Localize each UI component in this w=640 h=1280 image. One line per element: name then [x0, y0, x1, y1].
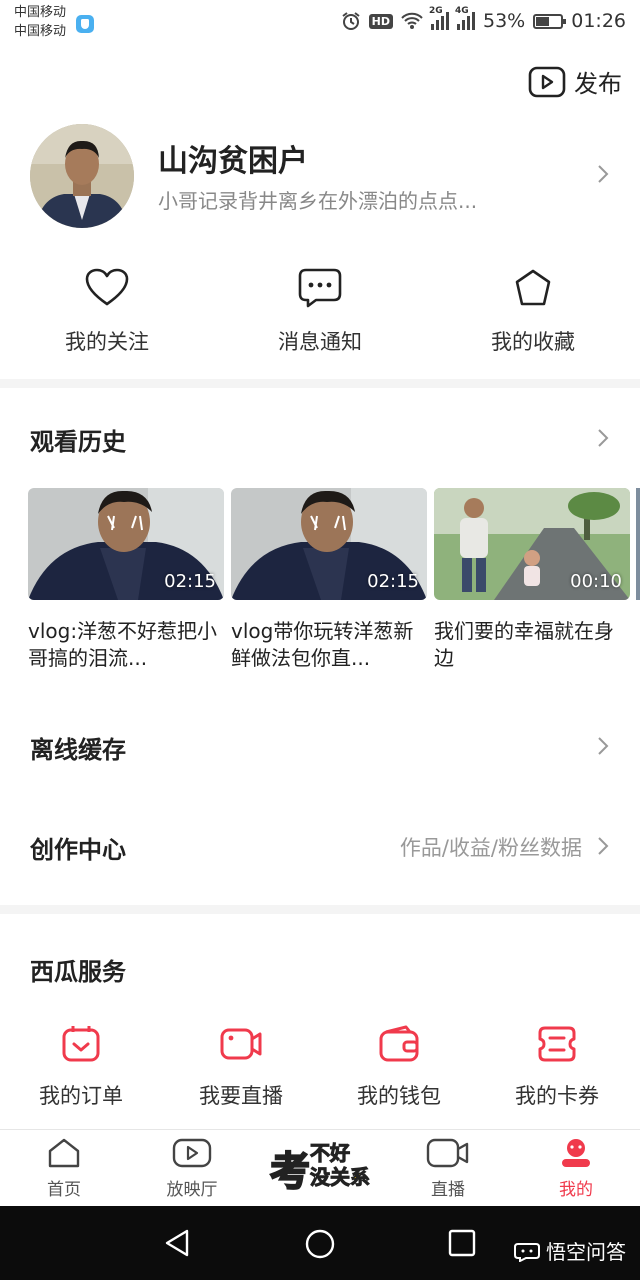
video-title: vlog:洋葱不好惹把小哥搞的泪流... [28, 619, 218, 670]
quick-action-favorites[interactable]: 我的收藏 [458, 268, 608, 356]
history-video-3[interactable]: 00:10 我们要的幸福就在身边 [434, 488, 630, 672]
video-publish-icon [528, 66, 566, 97]
publish-label: 发布 [574, 70, 622, 98]
chevron-right-icon[interactable] [597, 836, 609, 856]
section-divider [0, 905, 640, 914]
quick-action-label: 消息通知 [278, 330, 362, 354]
promo-logo: 考 不好 没关系 [269, 1141, 371, 1197]
wifi-icon [401, 12, 423, 29]
video-duration: 02:15 [367, 571, 419, 592]
status-bar: 中国移动 中国移动 HD 2G 4G 53% 01:26 [0, 0, 640, 44]
offline-cache-title[interactable]: 离线缓存 [30, 730, 126, 765]
profile-icon [562, 1139, 590, 1167]
heart-icon [85, 268, 129, 306]
home-circle-icon[interactable] [304, 1228, 336, 1260]
video-thumbnail: 00:10 [434, 488, 630, 600]
hd-badge: HD [368, 13, 393, 29]
live-camera-icon [220, 1028, 262, 1060]
wukong-logo-icon [514, 1242, 540, 1262]
chevron-right-icon[interactable] [597, 428, 609, 448]
section-divider [0, 379, 640, 388]
theater-icon [172, 1138, 212, 1168]
message-icon [298, 268, 342, 308]
history-video-1[interactable]: 02:15 vlog:洋葱不好惹把小哥搞的泪流... [28, 488, 224, 672]
order-icon [62, 1026, 100, 1062]
creator-center-title[interactable]: 创作中心 [30, 830, 126, 865]
profile-name[interactable]: 山沟贫困户 [158, 136, 308, 180]
tab-label: 首页 [47, 1180, 81, 1200]
service-coupons[interactable]: 我的卡券 [492, 1024, 622, 1110]
service-wallet[interactable]: 我的钱包 [334, 1024, 464, 1110]
signal-icon-2: 4G [455, 6, 475, 30]
services-title: 西瓜服务 [30, 958, 126, 986]
profile-bio[interactable]: 小哥记录背井离乡在外漂泊的点点... [158, 185, 477, 214]
tab-me[interactable]: 我的 [526, 1137, 626, 1200]
quick-action-messages[interactable]: 消息通知 [245, 268, 395, 356]
star-icon [515, 269, 551, 306]
live-icon [426, 1138, 469, 1168]
video-duration: 00:10 [570, 571, 622, 592]
creator-center-subtitle[interactable]: 作品/收益/粉丝数据 [400, 832, 582, 862]
quick-action-follow[interactable]: 我的关注 [32, 268, 182, 356]
battery-icon [533, 13, 567, 29]
service-orders[interactable]: 我的订单 [16, 1024, 146, 1110]
quick-action-label: 我的收藏 [491, 330, 575, 354]
status-icons: HD 2G 4G 53% 01:26 [341, 6, 626, 34]
carrier-2: 中国移动 [14, 24, 67, 39]
watermark: 悟空问答 [514, 1236, 626, 1265]
tab-live[interactable]: 直播 [398, 1137, 498, 1200]
chevron-right-icon[interactable] [597, 736, 609, 756]
video-title: 我们要的幸福就在身边 [434, 619, 614, 670]
service-label: 我的订单 [39, 1084, 123, 1108]
carrier-1: 中国移动 [14, 5, 67, 20]
coupon-icon [538, 1026, 576, 1062]
service-label: 我的卡券 [515, 1084, 599, 1108]
clock: 01:26 [571, 10, 626, 32]
quick-action-label: 我的关注 [65, 330, 149, 354]
publish-button[interactable]: 发布 [528, 64, 622, 99]
carrier-info: 中国移动 中国移动 [14, 3, 66, 41]
tab-theater[interactable]: 放映厅 [142, 1137, 242, 1200]
video-duration: 02:15 [164, 571, 216, 592]
battery-percent: 53% [483, 10, 526, 32]
chevron-right-icon[interactable] [597, 164, 609, 184]
history-video-2[interactable]: 02:15 vlog带你玩转洋葱新鲜做法包你直... [231, 488, 427, 672]
avatar[interactable] [30, 124, 134, 228]
service-label: 我要直播 [199, 1084, 283, 1108]
signal-icon-1: 2G [429, 6, 449, 30]
service-label: 我的钱包 [357, 1084, 441, 1108]
tab-label: 直播 [431, 1180, 465, 1200]
tab-label: 我的 [559, 1180, 593, 1200]
recents-icon[interactable] [448, 1229, 476, 1257]
wallet-icon [379, 1025, 419, 1062]
service-go-live[interactable]: 我要直播 [176, 1024, 306, 1110]
back-icon[interactable] [163, 1228, 191, 1258]
home-icon [48, 1138, 80, 1168]
video-peek [636, 488, 640, 600]
promo-campaign-button[interactable]: 考 不好 没关系 [266, 1131, 378, 1197]
alarm-icon [342, 12, 360, 30]
video-thumbnail: 02:15 [28, 488, 224, 600]
video-thumbnail: 02:15 [231, 488, 427, 600]
tab-home[interactable]: 首页 [14, 1137, 114, 1200]
video-title: vlog带你玩转洋葱新鲜做法包你直... [231, 619, 414, 670]
tab-label: 放映厅 [166, 1180, 218, 1200]
watermark-text: 悟空问答 [546, 1240, 626, 1264]
history-title[interactable]: 观看历史 [30, 422, 126, 457]
shield-icon [76, 15, 94, 33]
